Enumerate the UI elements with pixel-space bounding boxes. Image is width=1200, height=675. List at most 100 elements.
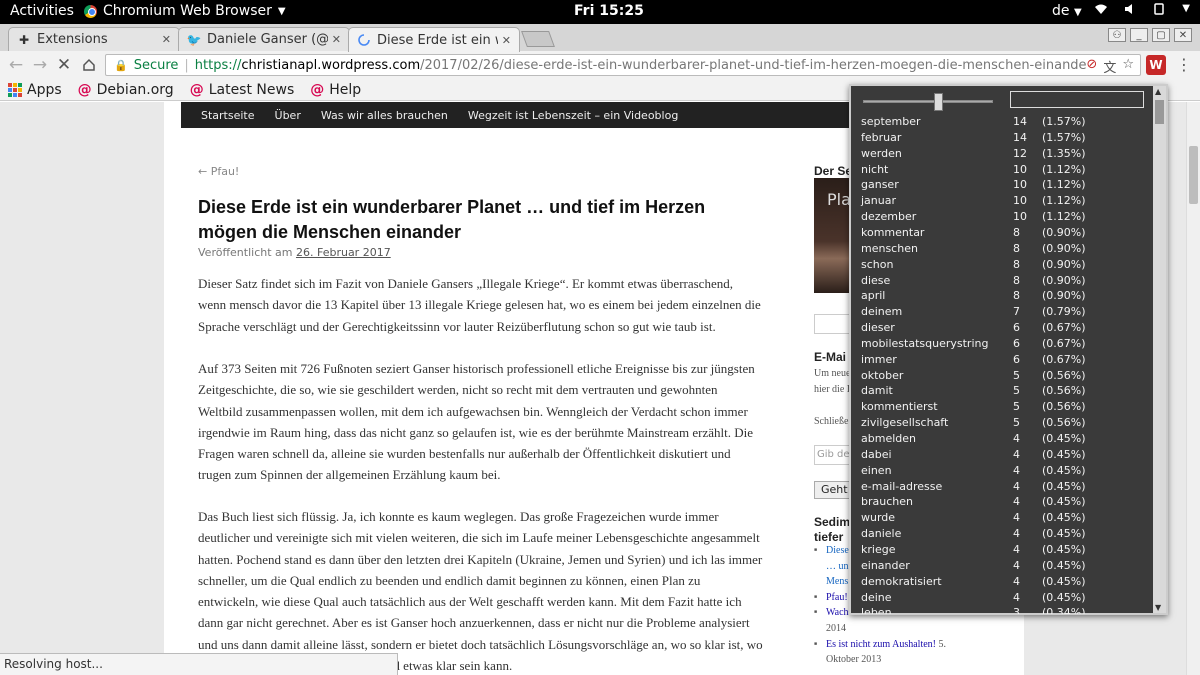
post-link[interactable]: … un — [826, 561, 849, 572]
word-count: 4 — [1013, 432, 1020, 445]
post-link[interactable]: Diese — [826, 545, 849, 556]
word-count: 14 — [1013, 115, 1027, 128]
close-icon[interactable]: ✕ — [162, 33, 171, 46]
scroll-up-icon[interactable]: ▲ — [1155, 87, 1161, 96]
nav-ueber[interactable]: Über — [275, 109, 301, 122]
page-scrollbar[interactable] — [1186, 102, 1200, 675]
block-popups-icon[interactable]: ⊘ — [1086, 57, 1097, 75]
post-date-link[interactable]: 26. Februar 2017 — [296, 246, 391, 259]
word-count: 5 — [1013, 368, 1020, 382]
nav-was-wir-brauchen[interactable]: Was wir alles brauchen — [321, 109, 448, 122]
word-count: 7 — [1013, 305, 1020, 319]
word-row: schon 8 (0.90%) — [851, 257, 1155, 273]
word-count: 8 — [1013, 289, 1020, 303]
window-controls: ⚇ _ ▢ ✕ — [1108, 28, 1192, 42]
paragraph: Dieser Satz findet sich im Fazit von Dan… — [198, 276, 761, 334]
word-row: ganser 10 (1.12%) — [851, 177, 1155, 193]
word-pct: (0.45%) — [1042, 495, 1086, 509]
tab-label: Extensions — [37, 32, 108, 47]
tab-extensions[interactable]: ✚ Extensions ✕ — [8, 27, 180, 51]
close-icon[interactable]: ✕ — [502, 34, 511, 47]
filter-input[interactable] — [1010, 91, 1144, 108]
bookmark-label: Debian.org — [96, 81, 174, 98]
word-word: brauchen — [861, 495, 913, 509]
word-pct: (0.56%) — [1042, 400, 1086, 414]
browser-menu-icon[interactable]: ⋮ — [1176, 55, 1192, 75]
word-word: einander — [861, 558, 910, 572]
subscribe-button[interactable]: Geht s — [814, 481, 854, 499]
word-word: daniele — [861, 527, 902, 541]
minimize-icon[interactable]: _ — [1130, 28, 1148, 42]
tab-twitter[interactable]: 🐦 Daniele Ganser (@D ✕ — [178, 27, 350, 51]
post-link[interactable]: Es ist nicht zum Aushalten! — [826, 639, 936, 650]
bookmark-debian[interactable]: @ Debian.org — [78, 82, 174, 98]
debian-swirl-icon: @ — [189, 81, 204, 98]
word-counter-extension-icon[interactable]: W — [1146, 55, 1166, 75]
home-icon[interactable] — [79, 55, 99, 75]
app-menu[interactable]: Chromium Web Browser ▼ — [84, 3, 286, 19]
omnibox-icons: ⊘ 文 ☆ — [1086, 57, 1134, 75]
word-pct: (0.67%) — [1042, 352, 1086, 366]
stop-loading-icon[interactable]: ✕ — [54, 55, 74, 75]
post-link[interactable]: Pfau! — [826, 592, 848, 603]
word-row: dezember 10 (1.12%) — [851, 209, 1155, 225]
bookmark-help[interactable]: @ Help — [310, 82, 361, 98]
slider-thumb[interactable] — [934, 93, 944, 111]
scroll-down-icon[interactable]: ▼ — [1155, 603, 1161, 612]
search-input[interactable] — [814, 314, 854, 334]
translate-icon[interactable]: 文 — [1103, 57, 1116, 75]
word-pct: (0.90%) — [1042, 289, 1086, 303]
sidebar-text: hier die I — [814, 384, 851, 395]
word-word: deinem — [861, 305, 903, 319]
word-word: menschen — [861, 241, 918, 255]
word-pct: (0.79%) — [1042, 305, 1086, 319]
clock[interactable]: Fri 15:25 — [574, 3, 644, 19]
bookmark-label: Latest News — [208, 81, 295, 98]
nav-startseite[interactable]: Startseite — [201, 109, 255, 122]
forward-arrow-icon[interactable]: → — [30, 55, 50, 75]
word-pct: (0.56%) — [1042, 384, 1086, 398]
post-date: 2014 — [826, 622, 846, 634]
maximize-icon[interactable]: ▢ — [1152, 28, 1170, 42]
list-item: Oktober 2013 — [814, 652, 984, 668]
apps-grid-icon — [8, 82, 22, 97]
word-frequency-list: september 14 (1.57%) februar 14 (1.57%) werden… — [851, 114, 1155, 614]
word-row: kommentar 8 (0.90%) — [851, 225, 1155, 241]
system-menu[interactable]: ▼ — [1094, 3, 1190, 19]
word-row: nicht 10 (1.12%) — [851, 162, 1155, 178]
email-field[interactable]: Gib dein — [814, 445, 854, 465]
activities-button[interactable]: Activities — [10, 3, 74, 19]
word-frequency-popup: september 14 (1.57%) februar 14 (1.57%) werden… — [849, 84, 1168, 615]
word-word: zivilgesellschaft — [861, 416, 949, 430]
word-count: 10 — [1013, 162, 1027, 176]
word-pct: (0.45%) — [1042, 574, 1086, 588]
bookmark-latest-news[interactable]: @ Latest News — [190, 82, 295, 98]
sidebar-image[interactable]: Pla — [814, 178, 854, 293]
new-tab-button[interactable] — [521, 31, 555, 47]
word-count: 8 — [1013, 241, 1020, 255]
tab-strip: ✚ Extensions ✕ 🐦 Daniele Ganser (@D ✕ Di… — [0, 24, 1200, 52]
back-arrow-icon[interactable]: ← — [6, 55, 26, 75]
word-pct: (0.90%) — [1042, 257, 1086, 271]
scrollbar-thumb[interactable] — [1189, 146, 1198, 204]
list-item: 2014 — [814, 621, 984, 637]
word-pct: (0.67%) — [1042, 321, 1086, 335]
bookmark-apps[interactable]: Apps — [8, 82, 62, 98]
address-bar[interactable]: 🔒 Secure | https:// christianapl.wordpre… — [105, 54, 1141, 76]
bookmark-star-icon[interactable]: ☆ — [1122, 57, 1134, 75]
input-language-menu[interactable]: de ▼ — [1052, 3, 1082, 19]
profile-icon[interactable]: ⚇ — [1108, 28, 1126, 42]
previous-post-link[interactable]: ← Pfau! — [198, 165, 239, 178]
post-title[interactable]: Diese Erde ist ein wunderbarer Planet … … — [198, 195, 758, 245]
tab-active-article[interactable]: Diese Erde ist ein w ✕ — [348, 27, 520, 52]
nav-videoblog[interactable]: Wegzeit ist Lebenszeit – ein Videoblog — [468, 109, 678, 122]
word-word: kommentierst — [861, 400, 938, 414]
scrollbar-thumb[interactable] — [1155, 100, 1164, 124]
min-length-slider[interactable] — [863, 100, 993, 103]
close-window-icon[interactable]: ✕ — [1174, 28, 1192, 42]
word-pct: (0.90%) — [1042, 273, 1086, 287]
close-icon[interactable]: ✕ — [332, 33, 341, 46]
list-item[interactable]: Es ist nicht zum Aushalten! 5. — [814, 637, 984, 653]
popup-scrollbar[interactable]: ▲ ▼ — [1153, 86, 1166, 613]
post-link[interactable]: Mens — [826, 576, 848, 587]
